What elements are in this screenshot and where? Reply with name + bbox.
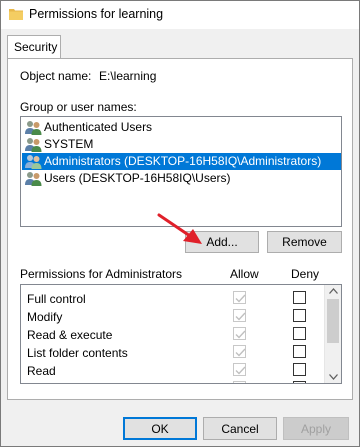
object-name-label: Object name:	[20, 69, 92, 83]
allow-checkbox[interactable]	[233, 381, 246, 383]
deny-checkbox[interactable]	[293, 291, 306, 304]
users-group-icon	[25, 121, 42, 135]
permission-row-full-control: Full control	[21, 290, 321, 308]
tab-security[interactable]: Security	[7, 35, 61, 59]
allow-column-header: Allow	[230, 267, 259, 281]
list-item-users[interactable]: Users (DESKTOP-16H58IQ\Users)	[22, 170, 341, 187]
deny-column-header: Deny	[291, 267, 320, 281]
permission-row-modify: Modify	[21, 308, 321, 326]
apply-button[interactable]: Apply	[283, 417, 349, 440]
permission-name: Read	[27, 364, 56, 378]
group-names-label: Group or user names:	[20, 100, 137, 114]
list-item-label: Authenticated Users	[44, 120, 153, 134]
cancel-button[interactable]: Cancel	[203, 417, 277, 440]
deny-checkbox[interactable]	[293, 345, 306, 358]
allow-checkbox[interactable]	[233, 291, 246, 304]
permission-row-read-execute: Read & execute	[21, 326, 321, 344]
scroll-up-icon[interactable]	[329, 288, 338, 294]
scroll-down-icon[interactable]	[329, 374, 338, 380]
list-item-label: Users (DESKTOP-16H58IQ\Users)	[44, 171, 231, 185]
permissions-header: Permissions for Administrators	[20, 267, 183, 281]
allow-checkbox[interactable]	[233, 363, 246, 376]
deny-checkbox[interactable]	[293, 309, 306, 322]
object-name-value: E:\learning	[99, 69, 157, 83]
title-bar: Permissions for learning	[1, 1, 359, 29]
deny-checkbox[interactable]	[293, 381, 306, 383]
window-title: Permissions for learning	[29, 7, 164, 21]
allow-checkbox[interactable]	[233, 345, 246, 358]
permissions-scrollbar[interactable]	[324, 285, 341, 383]
deny-checkbox[interactable]	[293, 363, 306, 376]
deny-checkbox[interactable]	[293, 327, 306, 340]
allow-checkbox[interactable]	[233, 309, 246, 322]
annotation-arrow-icon	[157, 213, 202, 244]
users-group-icon	[25, 138, 42, 152]
remove-button[interactable]: Remove	[267, 231, 342, 253]
allow-checkbox[interactable]	[233, 327, 246, 340]
list-item-label: SYSTEM	[44, 137, 94, 151]
folder-icon	[9, 9, 23, 20]
permissions-list[interactable]: Full control Modify Read & execute List …	[20, 284, 342, 384]
scrollbar-thumb[interactable]	[327, 299, 339, 343]
ok-button[interactable]: OK	[123, 417, 197, 440]
permission-row-partial	[21, 380, 321, 383]
list-item-label: Administrators (DESKTOP-16H58IQ\Administ…	[44, 154, 322, 168]
list-item-administrators[interactable]: Administrators (DESKTOP-16H58IQ\Administ…	[22, 153, 341, 170]
security-panel: Object name: E:\learning Group or user n…	[7, 58, 353, 400]
permission-name: Read & execute	[27, 328, 113, 342]
permission-name: List folder contents	[27, 346, 128, 360]
permissions-dialog: Permissions for learning Security Object…	[0, 0, 360, 447]
list-item-authenticated-users[interactable]: Authenticated Users	[22, 119, 341, 136]
permission-name: Full control	[27, 292, 86, 306]
permission-row-list-folder-contents: List folder contents	[21, 344, 321, 362]
permission-name: Modify	[27, 310, 63, 324]
list-item-system[interactable]: SYSTEM	[22, 136, 341, 153]
users-group-icon	[25, 155, 42, 169]
users-group-icon	[25, 172, 42, 186]
permission-row-read: Read	[21, 362, 321, 380]
